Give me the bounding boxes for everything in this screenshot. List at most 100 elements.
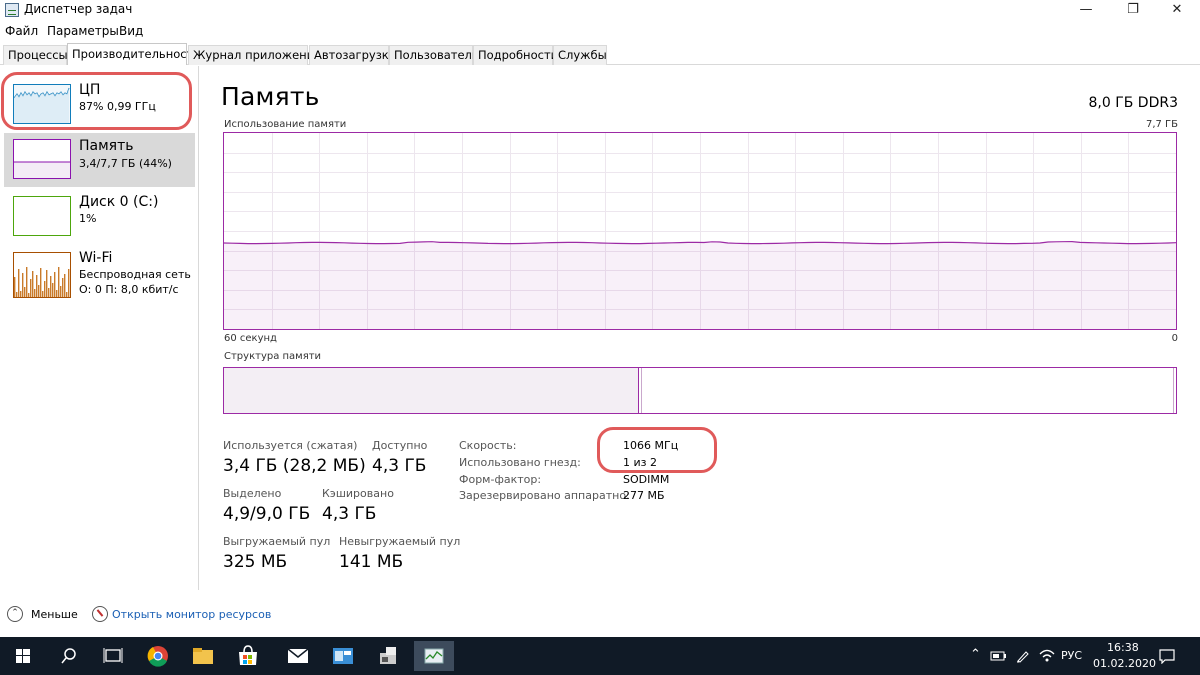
wifi-activity-bar [52,283,54,297]
tab-users[interactable]: Пользователи [389,45,479,65]
prop-speed-value: 1066 МГц [623,439,679,452]
wifi-activity-bar [38,285,40,297]
tab-app-history[interactable]: Журнал приложений [188,45,322,65]
close-button[interactable]: ✕ [1154,0,1200,22]
memory-spec: 8,0 ГБ DDR3 [1088,95,1178,111]
stat-cached-label: Кэшировано [322,487,394,500]
usage-graph-label: Использование памяти [224,119,347,130]
memory-composition-bar [223,367,1177,414]
window-title: Диспетчер задач [24,2,133,16]
wifi-activity-bar [20,291,22,297]
wifi-activity-bar [44,281,46,297]
tab-processes[interactable]: Процессы [3,45,68,65]
app-icon[interactable] [323,641,363,671]
wifi-activity-bar [36,275,38,297]
prop-form-factor-value: SODIMM [623,473,670,486]
pen-icon[interactable] [1015,648,1031,664]
wifi-activity-bar [64,274,66,297]
wifi-activity-bar [28,293,30,297]
memory-usage-graph [223,132,1177,330]
wifi-activity-bar [54,272,56,297]
windows-start-icon[interactable] [3,641,43,671]
stat-paged-label: Выгружаемый пул [223,535,331,548]
mail-icon[interactable] [278,641,318,671]
language-indicator[interactable]: РУС [1061,649,1082,662]
stat-in-use-value: 3,4 ГБ (28,2 МБ) [223,456,366,476]
search-icon[interactable] [48,641,88,671]
stat-committed-value: 4,9/9,0 ГБ [223,504,311,524]
composition-in-use [224,368,639,413]
battery-icon[interactable] [990,649,1008,663]
prop-speed-label: Скорость: [459,439,517,452]
menu-view[interactable]: Вид [119,24,143,38]
maximize-button[interactable]: ❐ [1110,0,1156,22]
wifi-activity-bar [50,276,52,297]
sidebar-item-wifi[interactable]: Wi-Fi Беспроводная сеть О: 0 П: 8,0 кбит… [4,246,195,306]
footer: ⌃ Меньше Открыть монитор ресурсов [0,600,1200,632]
menu-file[interactable]: Файл [5,24,38,38]
disk-thumbnail-graph [13,196,71,236]
clock-time[interactable]: 16:38 [1107,641,1139,654]
wifi-activity-bar [16,292,18,297]
task-view-icon[interactable] [93,641,133,671]
sidebar-item-memory-name: Память [79,138,134,154]
sidebar-item-wifi-sub2: О: 0 П: 8,0 кбит/с [79,283,179,296]
tab-services[interactable]: Службы [553,45,607,65]
wifi-activity-bar [58,267,60,297]
composition-available [641,368,1174,413]
sidebar-item-cpu-sub: 87% 0,99 ГГц [79,100,156,113]
app2-icon[interactable] [368,641,408,671]
composition-label: Структура памяти [224,351,322,362]
menu-options[interactable]: Параметры [47,24,119,38]
sidebar-item-disk[interactable]: Диск 0 (C:) 1% [4,190,195,244]
tab-startup[interactable]: Автозагрузка [309,45,396,65]
wifi-activity-bar [56,290,58,297]
wifi-tray-icon[interactable] [1038,647,1056,663]
prop-form-factor-label: Форм-фактор: [459,473,542,486]
performance-sidebar: ЦП 87% 0,99 ГГц Память 3,4/7,7 ГБ (44%) … [0,66,199,590]
sidebar-item-memory-sub: 3,4/7,7 ГБ (44%) [79,157,172,170]
wifi-thumbnail-graph [13,252,71,298]
notification-center-icon[interactable] [1158,648,1176,664]
wifi-activity-bar [26,267,28,297]
tab-performance[interactable]: Производительность [67,43,200,65]
wifi-activity-bar [32,271,34,297]
tab-details[interactable]: Подробности [473,45,558,65]
sidebar-item-cpu[interactable]: ЦП 87% 0,99 ГГц [4,78,195,132]
fewer-details-button[interactable]: Меньше [31,608,78,621]
resource-monitor-icon[interactable] [92,606,108,622]
tab-strip: Процессы Производительность Журнал прило… [0,43,1200,65]
stat-nonpaged-label: Невыгружаемый пул [339,535,461,548]
prop-reserved-label: Зарезервировано аппаратно: [459,489,630,502]
stat-in-use-label: Используется (сжатая) [223,439,358,452]
taskbar: ⌃ РУС 16:38 01.02.2020 [0,637,1200,675]
clock-date[interactable]: 01.02.2020 [1093,657,1156,670]
file-explorer-icon[interactable] [183,641,223,671]
minimize-button[interactable]: — [1063,0,1109,22]
wifi-activity-bar [30,279,32,297]
store-icon[interactable] [228,641,268,671]
sidebar-item-cpu-name: ЦП [79,82,101,98]
wifi-activity-bar [42,291,44,297]
chevron-up-icon[interactable]: ⌃ [7,606,23,622]
sidebar-item-wifi-name: Wi-Fi [79,250,113,266]
memory-usage-svg [224,133,1176,329]
sidebar-item-wifi-sub1: Беспроводная сеть [79,268,191,281]
wifi-activity-bar [60,286,62,297]
stat-available-value: 4,3 ГБ [372,456,427,476]
memory-thumbnail-graph [13,139,71,179]
graph-time-left: 60 секунд [224,333,277,344]
sidebar-item-memory[interactable]: Память 3,4/7,7 ГБ (44%) [4,133,195,187]
wifi-activity-bar [68,269,70,297]
usage-graph-max: 7,7 ГБ [1145,119,1178,130]
stat-cached-value: 4,3 ГБ [322,504,377,524]
wifi-activity-bar [34,289,36,297]
chrome-icon[interactable] [138,641,178,671]
wifi-activity-bar [46,270,48,297]
stat-nonpaged-value: 141 МБ [339,552,404,572]
chevron-up-tray-icon[interactable]: ⌃ [970,647,981,662]
open-resource-monitor-link[interactable]: Открыть монитор ресурсов [112,608,271,621]
wifi-activity-bar [66,292,68,297]
task-manager-icon[interactable] [414,641,454,671]
wifi-activity-bar [14,277,16,297]
